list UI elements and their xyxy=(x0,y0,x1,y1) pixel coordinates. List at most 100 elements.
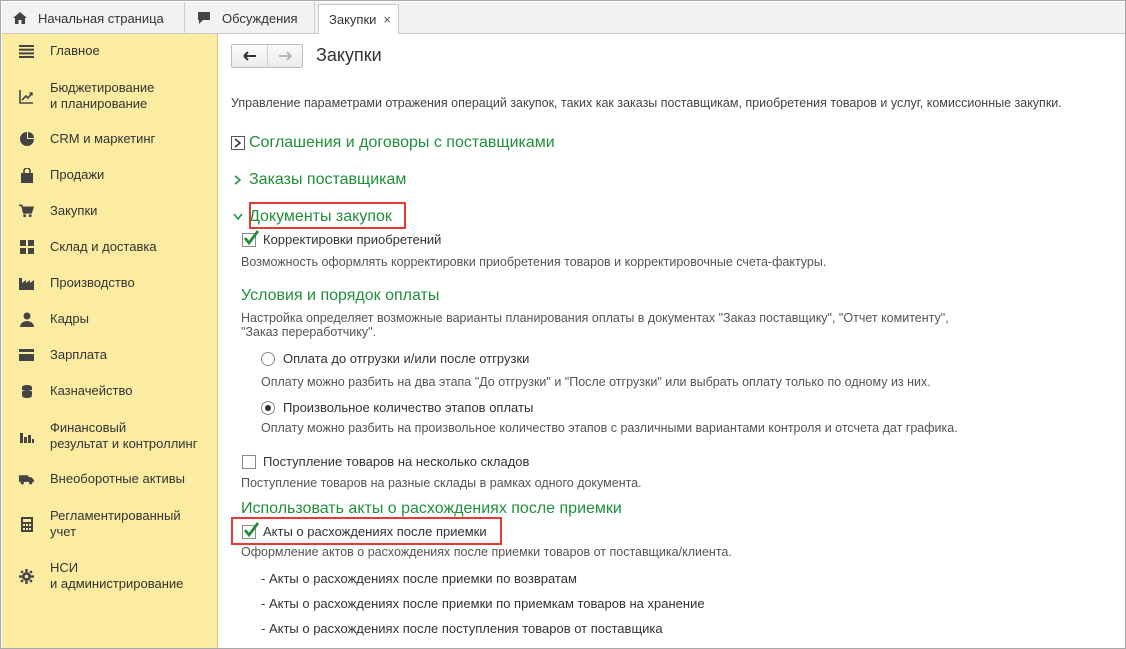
payment-option-hint: Оплату можно разбить на два этапа "До от… xyxy=(261,375,931,389)
discrepancy-hint: Оформление актов о расхождениях после пр… xyxy=(241,545,732,559)
discrepancy-list-item: - Акты о расхождениях после приемки по в… xyxy=(261,571,577,586)
chevron-down-icon xyxy=(231,210,245,224)
discrepancy-list-item: - Акты о расхождениях после приемки по п… xyxy=(261,596,705,611)
sidebar-item-label: Кадры xyxy=(50,311,89,326)
forward-button[interactable] xyxy=(267,45,302,67)
checkbox-label: Корректировки приобретений xyxy=(263,232,442,247)
chevron-right-icon xyxy=(231,173,245,187)
sidebar-item-purchases[interactable]: Закупки xyxy=(2,202,218,220)
sidebar-item-label: Внеоборотные активы xyxy=(50,471,186,486)
tab-bar: Начальная страница Обсуждения Закупки × xyxy=(2,2,1125,34)
bag-icon xyxy=(19,167,34,183)
factory-icon xyxy=(19,276,34,291)
checkmark-icon xyxy=(243,229,260,245)
checkbox-box[interactable] xyxy=(242,454,256,469)
main-content: Закупки Управление параметрами отражения… xyxy=(219,34,1125,648)
discussion-icon xyxy=(196,10,212,26)
radio-button[interactable] xyxy=(261,400,275,415)
payment-option-hint: Оплату можно разбить на произвольное кол… xyxy=(261,421,958,435)
radio-label: Оплата до отгрузки и/или после отгрузки xyxy=(283,351,530,366)
sidebar-item-treasury[interactable]: Казначейство xyxy=(2,382,218,400)
arrow-right-icon xyxy=(279,51,292,61)
arrow-left-icon xyxy=(242,51,256,61)
group-label: Документы закупок xyxy=(249,208,392,225)
calculator-icon xyxy=(19,516,34,532)
group-label: Соглашения и договоры с поставщиками xyxy=(249,134,555,151)
sidebar-item-label: Продажи xyxy=(50,167,105,182)
discrepancy-list-item: - Акты о расхождениях после поступления … xyxy=(261,621,663,636)
chart-growth-icon xyxy=(19,89,34,104)
chevron-right-icon xyxy=(231,136,245,150)
payment-hint-line2: "Заказ переработчику". xyxy=(241,325,377,339)
close-icon[interactable]: × xyxy=(383,12,391,27)
sidebar-item-main[interactable]: Главное xyxy=(2,42,218,60)
payment-hint-line1: Настройка определяет возможные варианты … xyxy=(241,311,949,325)
pie-icon xyxy=(19,132,34,147)
tab-discussions[interactable]: Обсуждения xyxy=(186,2,315,34)
sidebar-item-label: Закупки xyxy=(50,203,98,218)
back-button[interactable] xyxy=(232,45,267,67)
payment-option-before-after[interactable]: Оплата до отгрузки и/или после отгрузки xyxy=(261,351,529,366)
nav-buttons xyxy=(231,44,303,68)
app-window: Начальная страница Обсуждения Закупки × … xyxy=(0,0,1126,649)
menu-icon xyxy=(19,44,34,59)
sidebar-item-financial-result[interactable]: Финансовый результат и контроллинг xyxy=(2,419,218,453)
sidebar-item-warehouse[interactable]: Склад и доставка xyxy=(2,238,218,256)
group-supplier-orders[interactable]: Заказы поставщикам xyxy=(231,171,406,189)
tab-purchases-label: Закупки xyxy=(329,12,377,27)
wallet-icon xyxy=(19,348,34,363)
discrepancy-heading: Использовать акты о расхождениях после п… xyxy=(241,500,622,517)
sidebar-item-label: Финансовый результат и контроллинг xyxy=(50,420,198,451)
checkbox-label: Поступление товаров на несколько складов xyxy=(263,454,530,469)
bar-chart-icon xyxy=(19,429,34,444)
tab-home-label: Начальная страница xyxy=(38,10,164,26)
sidebar-item-regulated[interactable]: Регламентированный учет xyxy=(2,507,218,541)
sidebar-item-salary[interactable]: Зарплата xyxy=(2,346,218,364)
warehouse-icon xyxy=(19,240,34,255)
sidebar-item-label: Производство xyxy=(50,275,135,290)
sidebar-item-label: Казначейство xyxy=(50,383,133,398)
sidebar: Главное Бюджетирование и планирование CR… xyxy=(2,34,218,648)
corrections-hint: Возможность оформлять корректировки прио… xyxy=(241,255,827,269)
sidebar-item-sales[interactable]: Продажи xyxy=(2,166,218,184)
sidebar-item-hr[interactable]: Кадры xyxy=(2,310,218,328)
tab-purchases[interactable]: Закупки × xyxy=(318,4,399,34)
checkbox-label: Акты о расхождениях после приемки xyxy=(263,524,487,539)
checkbox-box[interactable] xyxy=(242,229,260,247)
sidebar-item-label: Главное xyxy=(50,43,100,58)
truck-icon xyxy=(19,472,34,487)
multi-warehouse-checkbox[interactable]: Поступление товаров на несколько складов xyxy=(242,454,529,469)
page-title: Закупки xyxy=(316,45,382,65)
checkmark-icon xyxy=(243,521,260,537)
person-icon xyxy=(19,312,34,327)
radio-label: Произвольное количество этапов оплаты xyxy=(283,400,534,415)
sidebar-item-crm[interactable]: CRM и маркетинг xyxy=(2,130,218,148)
checkbox-box[interactable] xyxy=(242,521,260,539)
group-agreements[interactable]: Соглашения и договоры с поставщиками xyxy=(231,134,555,152)
radio-button[interactable] xyxy=(261,351,275,366)
tab-home[interactable]: Начальная страница xyxy=(2,2,185,34)
discrepancy-checkbox[interactable]: Акты о расхождениях после приемки xyxy=(242,521,487,539)
sidebar-item-label: Склад и доставка xyxy=(50,239,157,254)
home-icon xyxy=(12,10,28,26)
payment-option-arbitrary[interactable]: Произвольное количество этапов оплаты xyxy=(261,400,533,415)
sidebar-item-admin[interactable]: НСИ и администрирование xyxy=(2,559,218,593)
group-label: Заказы поставщикам xyxy=(249,171,407,188)
multi-warehouse-hint: Поступление товаров на разные склады в р… xyxy=(241,476,642,490)
coins-icon xyxy=(19,384,34,399)
sidebar-item-label: Регламентированный учет xyxy=(50,508,181,539)
gear-icon xyxy=(19,568,34,584)
sidebar-item-label: Зарплата xyxy=(50,347,107,362)
sidebar-item-budgeting[interactable]: Бюджетирование и планирование xyxy=(2,79,218,113)
sidebar-item-label: CRM и маркетинг xyxy=(50,131,156,146)
sidebar-item-fixed-assets[interactable]: Внеоборотные активы xyxy=(2,470,218,488)
group-purchase-documents[interactable]: Документы закупок xyxy=(231,208,392,226)
payment-heading: Условия и порядок оплаты xyxy=(241,287,440,304)
sidebar-item-production[interactable]: Производство xyxy=(2,274,218,292)
page-description: Управление параметрами отражения операци… xyxy=(231,96,1062,110)
cart-icon xyxy=(19,204,34,219)
tab-discussions-label: Обсуждения xyxy=(222,10,298,26)
sidebar-item-label: НСИ и администрирование xyxy=(50,560,184,591)
corrections-checkbox[interactable]: Корректировки приобретений xyxy=(242,229,442,247)
sidebar-item-label: Бюджетирование и планирование xyxy=(50,80,155,111)
